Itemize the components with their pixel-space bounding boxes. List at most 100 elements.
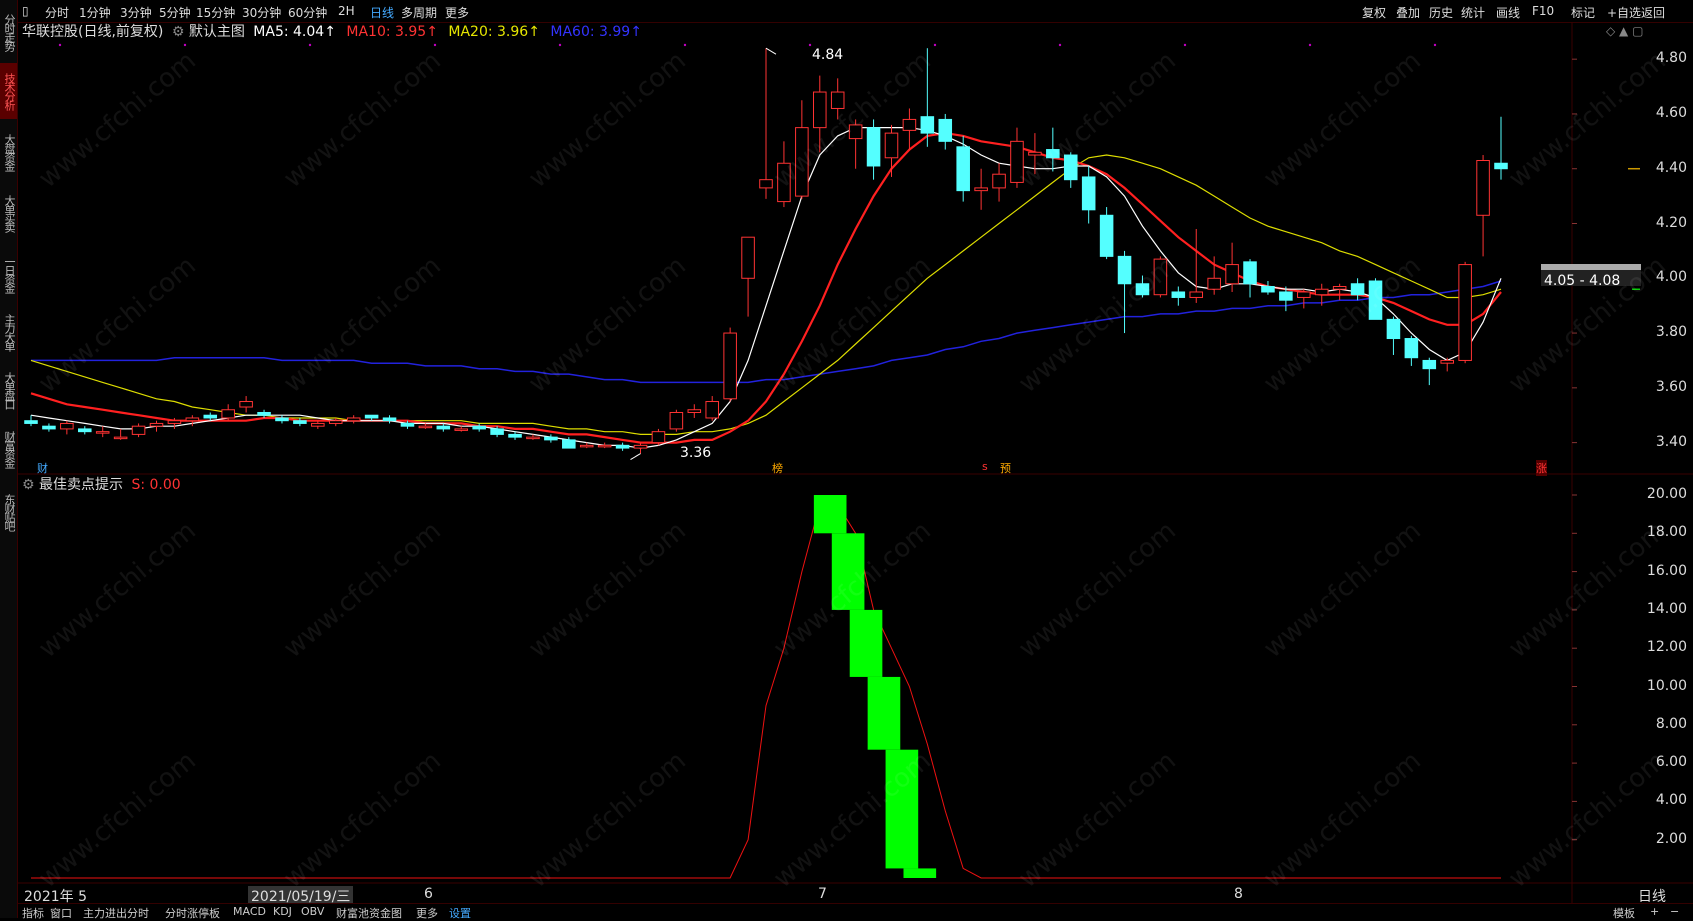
- top-dot: [1058, 43, 1062, 47]
- marker-s[interactable]: s: [982, 460, 988, 473]
- sell-signal-bar: [867, 676, 901, 750]
- candle-body: [597, 444, 612, 448]
- candle-body: [490, 428, 504, 435]
- indicator-tick-8: 4.00: [1655, 792, 1687, 809]
- candle-body: [759, 179, 773, 189]
- candle-body: [723, 332, 737, 400]
- candle-body: [508, 433, 522, 438]
- bottom-tab-6[interactable]: OBV: [301, 905, 324, 918]
- candle-body: [95, 431, 110, 434]
- candle-body: [167, 420, 182, 424]
- indicator-tick-6: 8.00: [1655, 715, 1687, 732]
- sell-signal-bar: [831, 533, 865, 610]
- candle-body: [741, 236, 755, 279]
- date-label-july: 7: [818, 886, 827, 902]
- bottom-tab-4[interactable]: MACD: [233, 905, 266, 918]
- candle-body: [436, 425, 451, 430]
- candle-body: [579, 444, 594, 448]
- candle-body: [1476, 160, 1490, 216]
- top-dot: [1308, 43, 1312, 47]
- candle-body: [257, 411, 271, 416]
- price-tick-5: 3.80: [1655, 324, 1687, 341]
- candle-body: [992, 173, 1006, 189]
- bottom-tab-9[interactable]: 设置: [449, 905, 471, 921]
- bottom-tab-0[interactable]: 指标: [22, 905, 44, 921]
- candle-body: [1189, 291, 1204, 298]
- candle-body: [1028, 151, 1042, 156]
- current-range-label: 4.05 - 4.08: [1541, 264, 1641, 289]
- indicator-tick-1: 18.00: [1646, 524, 1687, 541]
- candle-body: [328, 420, 343, 424]
- indicator-tick-4: 12.00: [1646, 639, 1687, 656]
- candle-body: [1225, 264, 1239, 285]
- top-dot: [933, 43, 937, 47]
- candle-body: [884, 132, 899, 159]
- indicator-tick-5: 10.00: [1646, 677, 1687, 694]
- candle-body: [1297, 291, 1311, 298]
- top-dot: [558, 43, 562, 47]
- candle-body: [974, 187, 988, 192]
- bottom-tab-5[interactable]: KDJ: [273, 905, 292, 918]
- bottom-right-0[interactable]: 模板: [1613, 905, 1635, 921]
- candle-body: [400, 422, 415, 427]
- price-tick-6: 3.60: [1655, 378, 1687, 395]
- marker-cai[interactable]: 财: [37, 460, 48, 476]
- bottom-tab-2[interactable]: 主力进出分时: [83, 905, 149, 921]
- candle-body: [418, 425, 433, 429]
- candle-body: [1494, 162, 1508, 170]
- candle-body: [1117, 255, 1132, 285]
- date-label-aug: 8: [1234, 886, 1243, 902]
- candle-body: [185, 417, 200, 422]
- candle-body: [1332, 285, 1347, 290]
- candle-body: [1314, 288, 1329, 296]
- candle-body: [454, 428, 469, 431]
- high-annotation: 4.84: [812, 47, 844, 63]
- marker-bang[interactable]: 榜: [772, 460, 783, 476]
- bottom-tab-8[interactable]: 更多: [416, 905, 438, 921]
- bottom-toolbar: 指标 窗口 主力进出分时 分时涨停板 MACD KDJ OBV 财富池资金图 更多 设置 模板 + −: [18, 903, 1693, 921]
- candle-body: [1171, 291, 1186, 298]
- top-dot: [433, 43, 437, 47]
- chart-canvas: [18, 22, 1693, 903]
- candle-body: [1261, 285, 1275, 293]
- candle-body: [1046, 149, 1060, 159]
- marker-yu[interactable]: 预: [1000, 460, 1011, 476]
- candle-body: [131, 425, 146, 435]
- top-dot: [808, 43, 812, 47]
- bottom-tab-1[interactable]: 窗口: [50, 905, 72, 921]
- price-tick-0: 4.80: [1655, 50, 1687, 67]
- candle-body: [938, 118, 953, 142]
- candle-body: [275, 417, 289, 422]
- price-tick-2: 4.40: [1655, 159, 1687, 176]
- candle-body: [149, 422, 164, 427]
- candle-body: [239, 401, 253, 408]
- candle-body: [526, 436, 540, 440]
- price-tick-7: 3.40: [1655, 433, 1687, 450]
- candle-body: [1279, 291, 1293, 301]
- marker-zhang[interactable]: 涨: [1536, 460, 1547, 476]
- bottom-tab-7[interactable]: 财富池资金图: [336, 905, 402, 921]
- candle-body: [221, 409, 235, 419]
- bottom-tab-3[interactable]: 分时涨停板: [165, 905, 220, 921]
- candle-body: [902, 118, 917, 131]
- top-dot: [1433, 43, 1437, 47]
- candle-body: [866, 127, 881, 167]
- candle-body: [1153, 258, 1168, 296]
- candle-body: [24, 420, 38, 424]
- candle-body: [346, 417, 361, 422]
- candle-body: [562, 439, 576, 449]
- bottom-right-2[interactable]: −: [1670, 905, 1679, 918]
- candle-body: [795, 127, 809, 197]
- candle-body: [203, 414, 218, 419]
- sell-signal-bar: [849, 609, 883, 677]
- candle-body: [1010, 140, 1024, 183]
- candle-body: [472, 425, 486, 430]
- candle-body: [364, 414, 379, 419]
- candle-body: [920, 116, 935, 134]
- price-tick-4: 4.00: [1655, 269, 1687, 286]
- bottom-right-1[interactable]: +: [1650, 905, 1659, 918]
- candle-body: [956, 146, 970, 192]
- price-tick-1: 4.60: [1655, 104, 1687, 121]
- candle-body: [669, 411, 684, 430]
- candle-body: [1440, 359, 1454, 364]
